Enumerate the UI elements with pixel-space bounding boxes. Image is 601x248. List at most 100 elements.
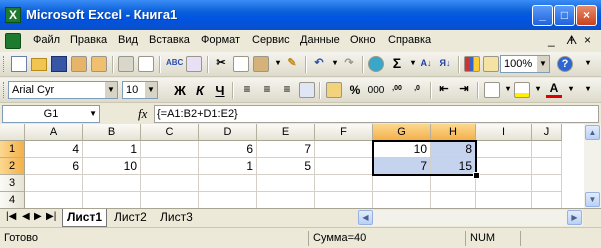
toolbar-options-icon[interactable]: ▾ [580,56,596,72]
minimize-button[interactable]: _ [532,5,553,26]
cell-b4[interactable] [83,192,141,208]
prev-sheet-icon[interactable]: ◀ [22,211,30,222]
scroll-left-icon[interactable]: ◀ [358,210,373,225]
sort-ascending-icon[interactable]: A↓ [418,56,434,72]
menu-help[interactable]: Справка [388,34,431,46]
borders-icon[interactable] [484,82,500,98]
cell-d2[interactable]: 1 [199,158,257,175]
column-header-d[interactable]: D [199,124,257,141]
chevron-down-icon[interactable]: ▼ [145,82,157,98]
column-header-b[interactable]: B [83,124,141,141]
hyperlink-icon[interactable] [368,56,384,72]
copy-icon[interactable] [233,56,249,72]
chevron-down-icon[interactable]: ▼ [105,82,117,98]
print-preview-icon[interactable] [138,56,154,72]
paste-icon[interactable] [253,56,269,72]
doc-close-button[interactable]: × [584,33,591,47]
next-sheet-icon[interactable]: ▶ [34,211,42,222]
print-icon[interactable] [118,56,134,72]
cell-e2[interactable]: 5 [257,158,315,175]
toolbar-grip[interactable] [3,56,7,72]
chevron-down-icon[interactable]: ▼ [89,106,97,122]
font-color-icon[interactable]: A [546,82,562,98]
cell-f3[interactable] [315,175,373,192]
horizontal-scrollbar[interactable]: ◀ ▶ [358,210,583,226]
email-icon[interactable] [91,56,107,72]
close-button[interactable]: × [576,5,597,26]
worksheet-grid[interactable]: A B C D E F G H I J 1 4 1 6 7 10 8 2 6 10 1 5 7 15 3 4 ▲ ▼ [0,124,601,208]
cell-b2[interactable]: 10 [83,158,141,175]
align-left-icon[interactable]: ≡ [239,82,255,98]
fill-color-dropdown-icon[interactable]: ▾ [530,82,546,98]
save-icon[interactable] [51,56,67,72]
new-document-icon[interactable] [11,56,27,72]
font-combo[interactable]: Arial Cyr ▼ [8,81,118,99]
cell-b1[interactable]: 1 [83,141,141,158]
cell-j3[interactable] [532,175,562,192]
chart-wizard-icon[interactable] [464,56,480,72]
row-header-3[interactable]: 3 [0,175,25,192]
column-header-h[interactable]: H [431,124,476,141]
chevron-down-icon[interactable]: ▼ [537,56,549,72]
decrease-indent-icon[interactable]: ⇤ [436,82,452,98]
permission-icon[interactable] [71,56,87,72]
align-center-icon[interactable]: ≡ [259,82,275,98]
cell-a3[interactable] [25,175,83,192]
percent-button[interactable]: % [345,81,365,100]
cell-c2[interactable] [141,158,199,175]
cell-i1[interactable] [476,141,532,158]
menu-format[interactable]: Формат [201,34,240,46]
column-header-a[interactable]: A [25,124,83,141]
cell-j2[interactable] [532,158,562,175]
scroll-down-icon[interactable]: ▼ [585,192,600,207]
fill-color-icon[interactable] [514,82,530,98]
font-color-dropdown-icon[interactable]: ▾ [563,82,579,98]
doc-restore-button[interactable]: ᗗ [566,33,577,48]
cell-a1[interactable]: 4 [25,141,83,158]
menu-tools[interactable]: Сервис [252,34,290,46]
menu-insert[interactable]: Вставка [149,34,190,46]
scroll-up-icon[interactable]: ▲ [585,125,600,140]
cell-e3[interactable] [257,175,315,192]
spelling-icon[interactable]: ABC [166,56,183,72]
increase-indent-icon[interactable]: ⇥ [456,82,472,98]
column-header-j[interactable]: J [532,124,562,141]
cell-b3[interactable] [83,175,141,192]
decrease-decimal-icon[interactable]: ,0 [409,82,425,98]
research-icon[interactable] [186,56,202,72]
select-all-corner[interactable] [0,124,25,141]
tab-sheet3[interactable]: Лист3 [156,209,197,226]
name-box[interactable]: G1 ▼ [2,105,100,123]
help-icon[interactable]: ? [557,56,573,72]
tab-sheet2[interactable]: Лист2 [110,209,151,226]
cell-a4[interactable] [25,192,83,208]
menu-file[interactable]: Файл [33,34,60,46]
thousands-button[interactable]: 000 [366,81,386,100]
column-header-c[interactable]: C [141,124,199,141]
vertical-scrollbar[interactable]: ▲ ▼ [584,124,601,208]
first-sheet-icon[interactable]: |◀ [6,211,16,222]
last-sheet-icon[interactable]: ▶| [46,211,56,222]
font-size-combo[interactable]: 10 ▼ [122,81,158,99]
cell-d4[interactable] [199,192,257,208]
merge-center-icon[interactable] [299,82,315,98]
tab-sheet1[interactable]: Лист1 [62,209,108,227]
undo-icon[interactable]: ↶ [311,56,327,72]
cell-h3[interactable] [431,175,476,192]
underline-button[interactable]: Ч [210,81,230,100]
toolbar-options-icon[interactable]: ▾ [580,82,596,98]
column-header-e[interactable]: E [257,124,315,141]
cell-g3[interactable] [373,175,431,192]
menu-data[interactable]: Данные [300,34,340,46]
cell-i3[interactable] [476,175,532,192]
bold-button[interactable]: Ж [170,81,190,100]
drawing-icon[interactable] [483,56,499,72]
row-header-1[interactable]: 1 [0,141,25,158]
column-header-f[interactable]: F [315,124,373,141]
column-header-i[interactable]: I [476,124,532,141]
maximize-button[interactable]: □ [554,5,575,26]
sort-descending-icon[interactable]: Я↓ [437,56,453,72]
insert-function-icon[interactable]: fx [138,106,147,122]
cell-i4[interactable] [476,192,532,208]
redo-icon[interactable]: ↷ [341,56,357,72]
